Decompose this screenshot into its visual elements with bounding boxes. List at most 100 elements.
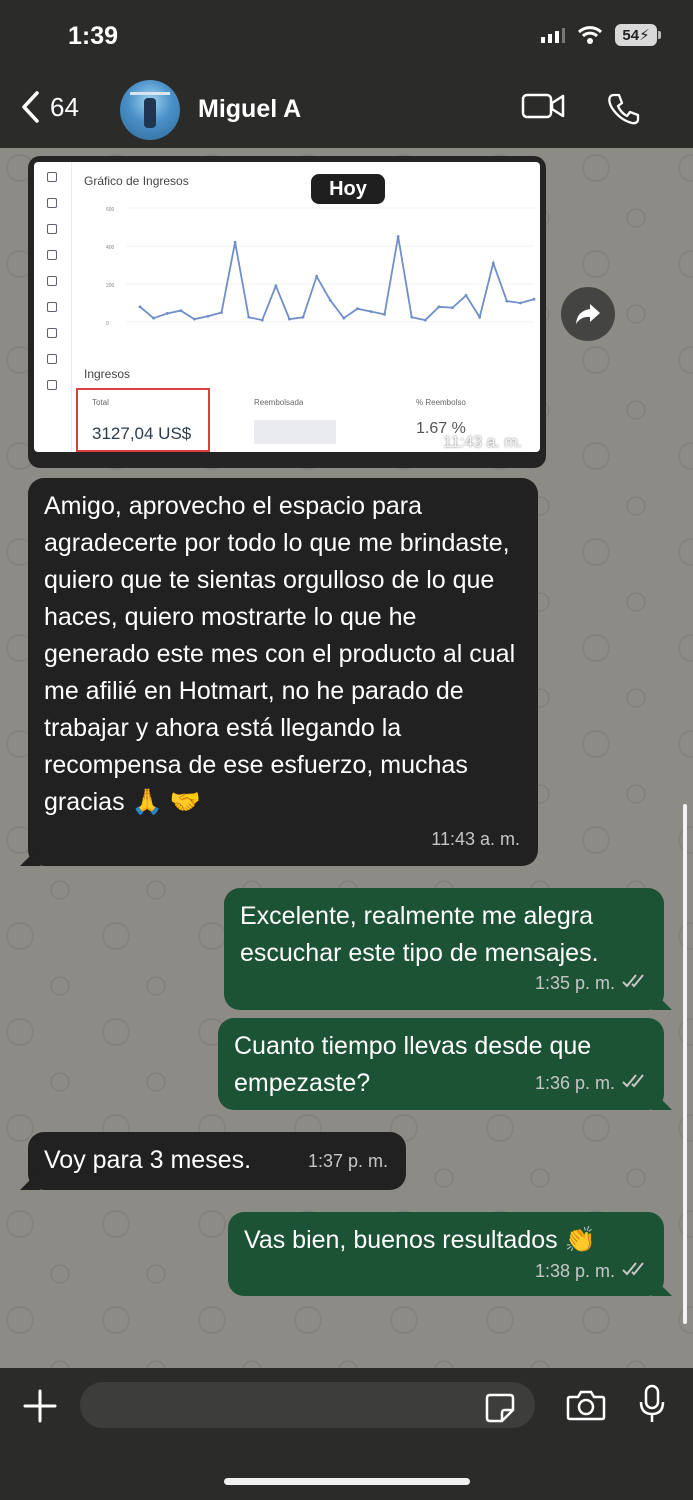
revenue-data-point: [328, 298, 332, 302]
battery-indicator: 54 ⚡: [615, 24, 661, 46]
revenue-data-point: [315, 275, 319, 278]
revenue-data-point: [152, 316, 155, 320]
video-call-icon[interactable]: [521, 92, 565, 120]
message-bubble-outgoing[interactable]: Excelente, realmente me alegra escuchar …: [224, 888, 664, 1010]
sidebar-glyph: [47, 198, 57, 208]
revenue-data-point: [274, 284, 278, 288]
wifi-icon: [577, 26, 603, 44]
revenue-data-point: [342, 316, 346, 320]
message-bubble-incoming[interactable]: Voy para 3 meses. 1:37 p. m.: [28, 1132, 406, 1190]
message-input[interactable]: [80, 1382, 535, 1428]
message-bubble-incoming[interactable]: Amigo, aprovecho el espacio para agradec…: [28, 478, 538, 866]
home-indicator[interactable]: [224, 1478, 470, 1485]
contact-avatar[interactable]: [120, 80, 180, 140]
revenue-data-point: [247, 315, 251, 319]
section-label: Ingresos: [84, 367, 131, 381]
revenue-line-chart: 600 400 200 0: [106, 207, 536, 327]
chart-y-tick-label: 200: [106, 283, 115, 289]
revenue-series-line: [139, 236, 535, 322]
message-time: 1:35 p. m.: [535, 973, 616, 993]
message-meta: 1:38 p. m.: [535, 1251, 648, 1290]
revenue-data-point: [396, 235, 400, 238]
cellular-signal-icon: [541, 28, 565, 43]
sidebar-glyph: [47, 224, 57, 234]
revenue-data-point: [233, 240, 237, 244]
sidebar-glyph: [47, 276, 57, 286]
refund-rate-label: % Reembolso: [416, 398, 466, 407]
forward-arrow-icon: [576, 304, 600, 324]
revenue-data-point: [138, 305, 142, 309]
message-time: 1:38 p. m.: [535, 1261, 616, 1281]
status-icons: 54 ⚡: [541, 24, 661, 46]
message-text: Voy para 3 meses.: [44, 1146, 252, 1174]
phone-call-icon[interactable]: [607, 92, 641, 126]
revenue-data-point: [288, 317, 291, 321]
battery-level: 54: [622, 26, 640, 44]
call-actions: [521, 92, 641, 126]
microphone-icon[interactable]: [638, 1384, 666, 1424]
screenshot-sidebar: [34, 162, 72, 452]
revenue-data-point: [519, 301, 522, 305]
chart-y-tick-label: 600: [106, 207, 115, 213]
total-value: 3127,04 US$: [92, 424, 192, 443]
revenue-data-point: [532, 297, 536, 301]
message-text: Excelente, realmente me alegra escuchar …: [240, 902, 599, 967]
revenue-data-point: [451, 306, 454, 310]
revenue-data-point: [165, 312, 169, 315]
revenue-data-point: [192, 317, 196, 321]
refund-placeholder: [254, 420, 336, 444]
chat-area[interactable]: Gráfico de Ingresos Hoy 600 400 200 0 Ingre…: [0, 148, 693, 1368]
image-message[interactable]: Gráfico de Ingresos Hoy 600 400 200 0 Ingre…: [28, 156, 546, 468]
message-time: 1:36 p. m.: [535, 1073, 616, 1093]
revenue-data-point: [301, 315, 305, 319]
scrollbar[interactable]: [683, 804, 687, 1324]
revenue-data-point: [423, 318, 427, 322]
chart-title: Gráfico de Ingresos: [84, 174, 189, 188]
unread-count: 64: [50, 91, 79, 122]
chart-y-tick-label: 0: [106, 321, 109, 327]
revenue-data-point: [464, 294, 468, 297]
double-check-icon: [622, 1074, 644, 1088]
image-timestamp: 11:43 a. m.: [443, 434, 522, 451]
back-button[interactable]: 64: [20, 90, 79, 124]
double-check-icon: [622, 1262, 644, 1276]
contact-name[interactable]: Miguel A: [198, 95, 301, 124]
camera-icon[interactable]: [566, 1388, 606, 1422]
message-time: 11:43 a. m.: [431, 829, 520, 849]
total-label: Total: [92, 398, 109, 407]
revenue-screenshot[interactable]: Gráfico de Ingresos Hoy 600 400 200 0 Ingre…: [34, 162, 540, 452]
sidebar-glyph: [47, 380, 57, 390]
revenue-data-point: [206, 314, 210, 318]
chart-y-tick-label: 400: [106, 245, 115, 251]
revenue-data-point: [383, 313, 386, 316]
message-meta: 1:36 p. m.: [535, 1063, 648, 1102]
message-bubble-outgoing[interactable]: Cuanto tiempo llevas desde que empezaste…: [218, 1018, 664, 1110]
revenue-data-point: [478, 315, 482, 319]
plus-icon[interactable]: [22, 1388, 58, 1424]
revenue-data-point: [179, 309, 183, 312]
refund-label: Reembolsada: [254, 398, 304, 407]
chat-header: 64 Miguel A: [0, 78, 693, 142]
chevron-left-icon: [22, 91, 39, 123]
sidebar-glyph: [47, 250, 57, 260]
revenue-data-point: [260, 318, 264, 322]
sidebar-glyph: [47, 172, 57, 182]
revenue-data-point: [369, 310, 373, 313]
revenue-data-point: [491, 261, 495, 265]
top-bar: 1:39 54 ⚡ 64 Miguel A: [0, 0, 693, 148]
revenue-data-point: [505, 299, 509, 303]
message-time: 1:37 p. m.: [307, 1151, 388, 1171]
sidebar-glyph: [47, 302, 57, 312]
revenue-data-point: [355, 307, 359, 311]
sticker-icon[interactable]: [484, 1392, 516, 1424]
message-bubble-outgoing[interactable]: Vas bien, buenos resultados 👏 1:38 p. m.: [228, 1212, 664, 1296]
revenue-data-point: [437, 305, 441, 309]
total-kpi: Total 3127,04 US$: [76, 388, 210, 452]
status-time: 1:39: [68, 22, 119, 50]
revenue-data-point: [410, 315, 414, 319]
double-check-icon: [622, 974, 644, 988]
message-meta: 1:35 p. m.: [535, 963, 648, 1002]
sidebar-glyph: [47, 354, 57, 364]
message-text: Amigo, aprovecho el espacio para agradec…: [44, 492, 516, 816]
forward-button[interactable]: [561, 287, 615, 341]
